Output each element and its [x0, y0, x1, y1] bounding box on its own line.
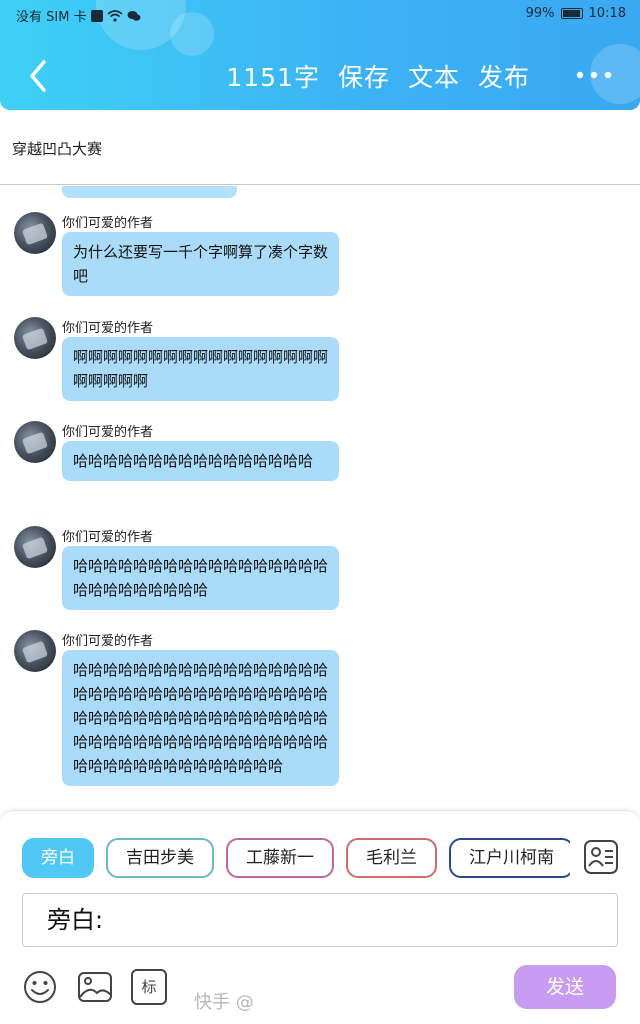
status-left: 没有 SIM 卡	[16, 6, 141, 25]
character-chip[interactable]: 工藤新一	[226, 838, 334, 878]
wifi-icon	[107, 9, 123, 22]
avatar[interactable]	[14, 630, 56, 672]
sim-alert-icon	[90, 9, 103, 22]
status-right: 99% 10:18	[526, 6, 626, 21]
back-arrow-icon[interactable]	[22, 56, 62, 96]
avatar[interactable]	[14, 317, 56, 359]
word-count: 1151字	[226, 63, 320, 92]
character-chip-narrator[interactable]: 旁白	[22, 838, 94, 878]
previous-message-bubble	[62, 186, 237, 198]
contact-card-icon[interactable]	[583, 839, 619, 875]
message-bubble[interactable]: 哈哈哈哈哈哈哈哈哈哈哈哈哈哈哈哈哈哈哈哈哈哈哈哈哈哈哈哈哈哈哈哈哈哈哈哈哈哈哈哈…	[62, 650, 339, 786]
character-selector: 旁白 吉田步美 工藤新一 毛利兰 江户川柯南	[22, 838, 570, 880]
character-chip[interactable]: 江户川柯南	[449, 838, 570, 878]
author-name: 你们可爱的作者	[62, 530, 154, 545]
message-bubble[interactable]: 为什么还要写一千个字啊算了凑个字数吧	[62, 232, 339, 296]
avatar[interactable]	[14, 212, 56, 254]
author-name: 你们可爱的作者	[62, 425, 154, 440]
send-button[interactable]: 发送	[514, 965, 616, 1009]
text-button[interactable]: 文本	[408, 58, 460, 94]
story-title-bar: 穿越凹凸大赛	[0, 110, 640, 185]
status-bar: 没有 SIM 卡 99% 10:18	[0, 0, 640, 28]
image-icon[interactable]	[77, 969, 113, 1005]
character-chip[interactable]: 吉田步美	[106, 838, 214, 878]
battery-icon	[560, 8, 583, 19]
author-name: 你们可爱的作者	[62, 634, 154, 649]
mark-icon[interactable]: 标	[131, 969, 167, 1005]
avatar[interactable]	[14, 526, 56, 568]
wechat-icon	[127, 10, 141, 21]
avatar[interactable]	[14, 421, 56, 463]
message-bubble[interactable]: 啊啊啊啊啊啊啊啊啊啊啊啊啊啊啊啊啊啊啊啊啊啊	[62, 337, 339, 401]
message-bubble[interactable]: 哈哈哈哈哈哈哈哈哈哈哈哈哈哈哈哈	[62, 441, 339, 481]
clock: 10:18	[588, 6, 626, 21]
story-title[interactable]: 穿越凹凸大赛	[12, 138, 102, 159]
author-name: 你们可爱的作者	[62, 321, 154, 336]
chat-area[interactable]: 你们可爱的作者 为什么还要写一千个字啊算了凑个字数吧 你们可爱的作者 啊啊啊啊啊…	[0, 186, 640, 810]
message-bubble[interactable]: 哈哈哈哈哈哈哈哈哈哈哈哈哈哈哈哈哈哈哈哈哈哈哈哈哈哈	[62, 546, 339, 610]
battery-percent: 99%	[525, 6, 555, 21]
editor-toolbar: 1151字 保存 文本 发布	[226, 58, 530, 94]
more-icon[interactable]	[574, 62, 614, 88]
author-name: 你们可爱的作者	[62, 216, 154, 231]
publish-button[interactable]: 发布	[478, 58, 530, 94]
message-input[interactable]: 旁白:	[22, 893, 618, 947]
carrier-text: 没有 SIM 卡	[16, 10, 87, 25]
compose-panel: 旁白 吉田步美 工藤新一 毛利兰 江户川柯南 旁白: 标 快手 @ 发送	[0, 810, 640, 1024]
watermark: 快手 @	[194, 992, 254, 1013]
app-header: 没有 SIM 卡 99% 10:18 1151字 保存 文本 发布	[0, 0, 640, 110]
character-chip[interactable]: 毛利兰	[346, 838, 437, 878]
emoji-icon[interactable]	[22, 969, 58, 1005]
save-button[interactable]: 保存	[338, 58, 390, 94]
